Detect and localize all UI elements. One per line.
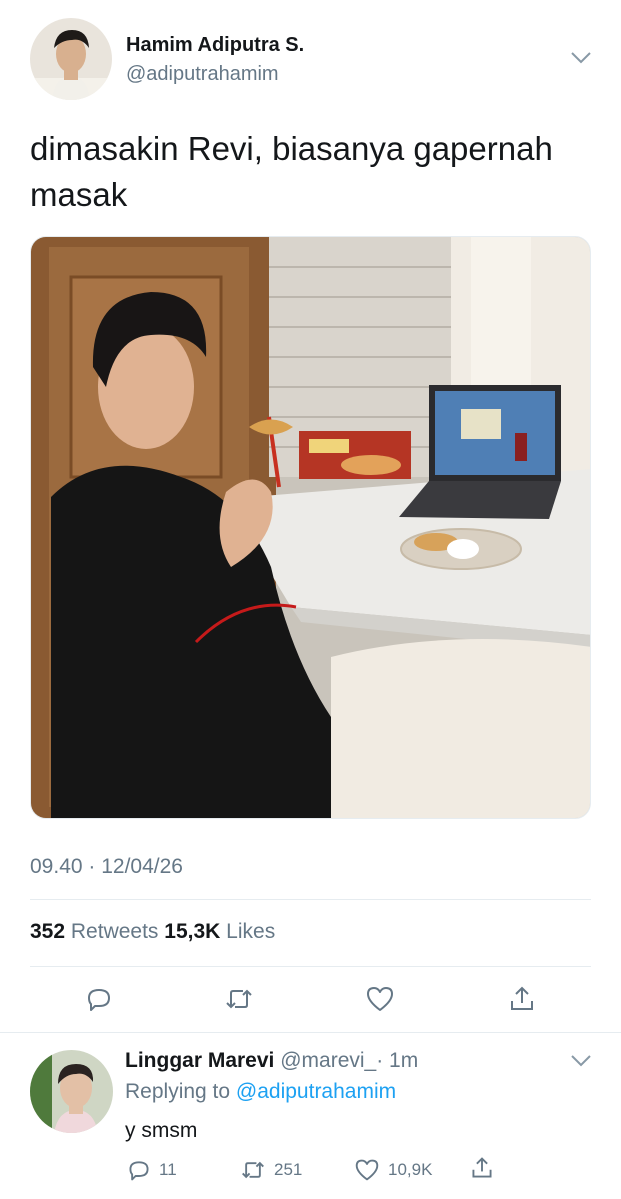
- reply-like-button[interactable]: 10,9K: [354, 1158, 432, 1182]
- reply-author-avatar[interactable]: [30, 1050, 113, 1133]
- tweet-text-line-1: dimasakin Revi, biasanya gapernah: [30, 130, 553, 167]
- likes-label: Likes: [226, 920, 276, 943]
- tweet-text: dimasakin Revi, biasanya gapernah masak: [30, 126, 553, 218]
- divider: [30, 966, 591, 967]
- reply-author-handle[interactable]: @marevi_: [280, 1049, 376, 1072]
- reply-share-button[interactable]: [470, 1156, 494, 1180]
- reply-icon: [88, 989, 110, 1011]
- retweet-icon: [242, 1161, 264, 1179]
- share-icon: [472, 1157, 492, 1178]
- retweet-icon: [226, 989, 252, 1009]
- reply-reply-button[interactable]: 11: [127, 1158, 177, 1182]
- chevron-down-icon[interactable]: [570, 51, 592, 70]
- tweet-text-line-2: masak: [30, 176, 128, 213]
- like-button[interactable]: [362, 981, 398, 1017]
- share-icon: [511, 986, 533, 1010]
- tweet-photo[interactable]: [30, 236, 591, 819]
- author-name[interactable]: Hamim Adiputra S.: [126, 34, 304, 57]
- replying-to-prefix: Replying to: [125, 1080, 231, 1103]
- tweet-stats: 352 Retweets 15,3K Likes: [30, 920, 275, 944]
- reply-icon: [129, 1161, 149, 1181]
- share-button[interactable]: [504, 981, 540, 1017]
- retweet-button[interactable]: [221, 981, 257, 1017]
- retweets-stat[interactable]: 352 Retweets: [30, 920, 164, 943]
- retweets-label: Retweets: [70, 920, 159, 943]
- author-handle[interactable]: @adiputrahamim: [126, 63, 279, 86]
- author-avatar[interactable]: [30, 18, 112, 100]
- tweet-timestamp[interactable]: 09.40 · 12/04/26: [30, 855, 183, 879]
- reply-reply-count: 11: [159, 1160, 177, 1179]
- reply-text: y smsm: [125, 1119, 198, 1142]
- reply-retweet-button[interactable]: 251: [240, 1158, 302, 1182]
- reply-time: · 1m: [376, 1049, 419, 1072]
- reply-header: Linggar Marevi @marevi_· 1m: [125, 1049, 418, 1073]
- replying-to-handle[interactable]: @adiputrahamim: [236, 1080, 396, 1103]
- chevron-down-icon[interactable]: [570, 1054, 592, 1073]
- likes-stat[interactable]: 15,3K Likes: [164, 920, 275, 943]
- reply-like-count: 10,9K: [388, 1160, 433, 1179]
- divider: [0, 1032, 621, 1033]
- reply-author-name[interactable]: Linggar Marevi: [125, 1049, 274, 1072]
- replying-to: Replying to @adiputrahamim: [125, 1080, 396, 1104]
- reply-retweet-count: 251: [274, 1160, 303, 1179]
- retweets-count: 352: [30, 920, 66, 943]
- reply-button[interactable]: [81, 981, 117, 1017]
- heart-icon: [355, 1159, 379, 1181]
- heart-icon: [367, 987, 393, 1011]
- divider: [30, 899, 591, 900]
- likes-count: 15,3K: [164, 920, 221, 943]
